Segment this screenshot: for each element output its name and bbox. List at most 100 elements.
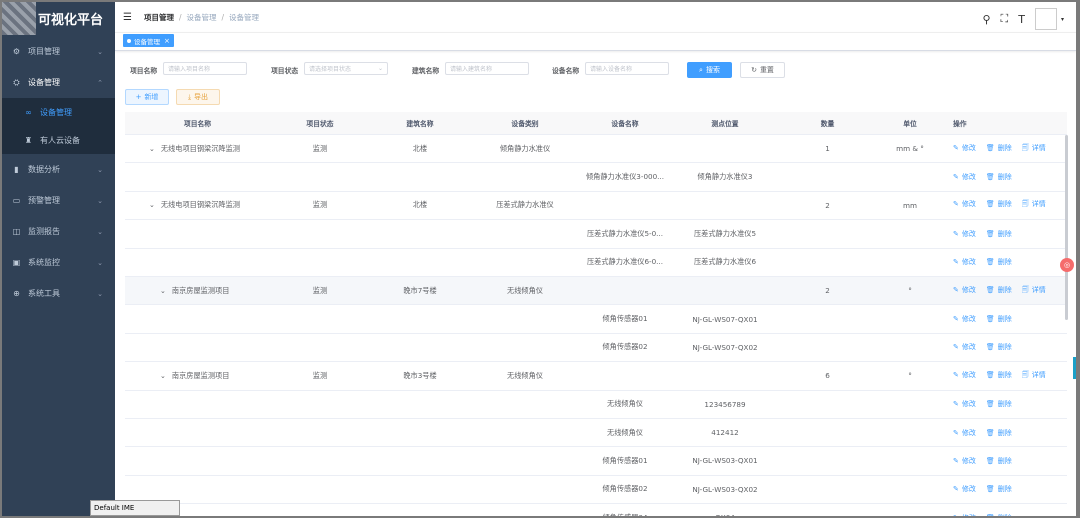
reset-button[interactable]: ↻ 重置 bbox=[740, 62, 785, 78]
detail-button[interactable]: 🗐 详情 bbox=[1022, 200, 1046, 208]
delete-button[interactable]: 🗑删除 bbox=[986, 258, 1012, 266]
cell-position: NJ-GL-WS03-QX01 bbox=[692, 456, 758, 466]
sidebar-item-2[interactable]: ▮ 数据分析 ⌄ bbox=[2, 154, 115, 185]
table-row[interactable]: 倾角传感器01 NJ-GL-WS07-QX01 ✎ 修改 🗑 删除 bbox=[125, 305, 1067, 334]
delete-button[interactable]: 🗑删除 bbox=[986, 429, 1012, 437]
project-name-input[interactable]: 请输入项目名称 bbox=[163, 62, 247, 75]
expand-chevron-icon[interactable]: ⌄ bbox=[149, 201, 155, 209]
sidebar-item-3[interactable]: ▭ 预警管理 ⌄ bbox=[2, 185, 115, 216]
table-row[interactable]: ⌄ 南京房屋监测项目 监测 晚市7号楼 无线倾角仪 2 ° ✎ 修改 🗑 删除 🗐 详情 bbox=[125, 276, 1067, 306]
delete-button[interactable]: 🗑删除 bbox=[986, 200, 1012, 208]
font-size-icon[interactable]: T bbox=[1018, 13, 1025, 26]
delete-button[interactable]: 🗑删除 bbox=[986, 485, 1012, 493]
edit-button[interactable]: ✎修改 bbox=[953, 230, 976, 238]
edit-button[interactable]: ✎修改 bbox=[953, 400, 976, 408]
edit-button[interactable]: ✎修改 bbox=[953, 457, 976, 465]
detail-button[interactable]: 🗐 详情 bbox=[1022, 286, 1046, 294]
submenu-item-1[interactable]: ♜ 有人云设备 bbox=[2, 126, 115, 154]
search-icon[interactable]: ⚲ bbox=[982, 13, 990, 26]
tab-device-management[interactable]: 设备管理 × bbox=[123, 34, 174, 47]
table-row[interactable]: 倾角静力水准仪3-000... 倾角静力水准仪3 ✎ 修改 🗑 删除 bbox=[125, 163, 1067, 192]
delete-button[interactable]: 🗑删除 bbox=[986, 457, 1012, 465]
expand-chevron-icon[interactable]: ⌄ bbox=[149, 145, 155, 153]
delete-button[interactable]: 🗑删除 bbox=[986, 371, 1012, 379]
breadcrumb-item-device[interactable]: 设备管理 bbox=[187, 12, 217, 23]
logo: 可视化平台 bbox=[2, 2, 115, 35]
expand-chevron-icon[interactable]: ⌄ bbox=[160, 372, 166, 380]
table-row[interactable]: 倾角传感器04QX04 ✎修改 🗑删除 bbox=[125, 504, 1067, 516]
chevron-icon: ⌄ bbox=[97, 258, 103, 267]
edit-button[interactable]: ✎修改 bbox=[953, 485, 976, 493]
device-name-input[interactable]: 请输入设备名称 bbox=[585, 62, 669, 75]
table-row[interactable]: 无线倾角仪 412412 ✎ 修改 🗑 删除 bbox=[125, 419, 1067, 448]
edit-button[interactable]: ✎修改 bbox=[953, 258, 976, 266]
chevron-icon: ⌄ bbox=[97, 165, 103, 174]
delete-button[interactable]: 🗑删除 bbox=[986, 286, 1012, 294]
edit-button[interactable]: ✎修改 bbox=[953, 429, 976, 437]
cell-operations: ✎ 修改 🗑 删除 🗐 详情 bbox=[945, 143, 1067, 155]
sidebar-item-5[interactable]: ▣ 系统监控 ⌄ bbox=[2, 247, 115, 278]
fullscreen-icon[interactable]: ⛶ bbox=[1001, 12, 1009, 26]
edit-label: 修改 bbox=[961, 370, 976, 379]
edit-button[interactable]: ✎修改 bbox=[953, 343, 976, 351]
table-row[interactable]: 倾角传感器02 NJ-GL-WS07-QX02 ✎ 修改 🗑 删除 bbox=[125, 334, 1067, 363]
sidebar-item-1[interactable]: ⛭ 设备管理 ⌃ bbox=[2, 67, 115, 98]
delete-label: 删除 bbox=[997, 428, 1012, 437]
edit-button[interactable]: ✎修改 bbox=[953, 173, 976, 181]
edit-button[interactable]: ✎修改 bbox=[953, 315, 976, 323]
cell-device-name: 无线倾角仪 bbox=[607, 427, 643, 437]
chart-icon: ▮ bbox=[14, 165, 19, 174]
edit-label: 修改 bbox=[962, 514, 976, 516]
sidebar-item-6[interactable]: ⊕ 系统工具 ⌄ bbox=[2, 278, 115, 309]
hamburger-icon[interactable]: ☰ bbox=[123, 12, 132, 23]
edit-button[interactable]: ✎修改 bbox=[953, 200, 976, 208]
sidebar-item-4[interactable]: ◫ 监测报告 ⌄ bbox=[2, 216, 115, 247]
avatar[interactable] bbox=[1034, 8, 1057, 30]
detail-button[interactable]: 🗐 详情 bbox=[1022, 144, 1046, 152]
delete-button[interactable]: 🗑删除 bbox=[986, 144, 1012, 152]
delete-icon: 🗑 bbox=[985, 143, 995, 152]
search-button-label: 搜索 bbox=[705, 66, 720, 74]
edit-icon: ✎ bbox=[953, 258, 959, 267]
edit-button[interactable]: ✎修改 bbox=[953, 144, 976, 152]
delete-button[interactable]: 🗑删除 bbox=[986, 173, 1012, 181]
delete-button[interactable]: 🗑删除 bbox=[986, 230, 1012, 238]
table-row[interactable]: 压差式静力水准仪5-0... 压差式静力水准仪5 ✎ 修改 🗑 删除 bbox=[125, 220, 1067, 249]
page-scrollbar[interactable] bbox=[1073, 357, 1076, 379]
app-title: 可视化平台 bbox=[38, 13, 104, 28]
edit-button[interactable]: ✎修改 bbox=[953, 286, 976, 294]
submenu-item-0[interactable]: ∞ 设备管理 bbox=[2, 98, 115, 126]
caret-down-icon[interactable]: ▾ bbox=[1061, 16, 1064, 23]
tab-label: 设备管理 bbox=[134, 37, 160, 46]
delete-icon: 🗑 bbox=[986, 514, 995, 516]
edit-button[interactable]: ✎修改 bbox=[953, 514, 976, 516]
export-button[interactable]: ⤓ 导出 bbox=[176, 89, 220, 105]
delete-button[interactable]: 🗑删除 bbox=[986, 343, 1012, 351]
add-button[interactable]: + 新增 bbox=[125, 89, 169, 105]
delete-button[interactable]: 🗑删除 bbox=[986, 514, 1012, 516]
table-row[interactable]: 倾角传感器02 NJ-GL-WS03-QX02 ✎ 修改 🗑 删除 bbox=[125, 476, 1067, 505]
detail-button[interactable]: 🗐 详情 bbox=[1022, 371, 1046, 379]
table-row[interactable]: ⌄ 无线电项目钢梁沉降监测 监测 北楼 压差式静力水准仪 2 mm ✎ 修改 🗑 删除 🗐 详情 bbox=[125, 192, 1067, 221]
table-row[interactable]: 倾角传感器01 NJ-GL-WS03-QX01 ✎ 修改 🗑 删除 bbox=[125, 447, 1067, 476]
table-row[interactable]: ⌄ 无线电项目钢梁沉降监测 监测 北楼 倾角静力水准仪 1 mm & ° ✎ 修改 🗑 删除 🗐 详情 bbox=[125, 135, 1067, 164]
search-button[interactable]: ⌕ 搜索 bbox=[687, 62, 732, 78]
expand-chevron-icon[interactable]: ⌄ bbox=[160, 287, 166, 295]
close-icon[interactable]: × bbox=[164, 37, 170, 45]
table-row[interactable]: 压差式静力水准仪6-0... 压差式静力水准仪6 ✎ 修改 🗑 删除 bbox=[125, 249, 1067, 277]
table-row[interactable]: 无线倾角仪 123456789 ✎ 修改 🗑 删除 bbox=[125, 391, 1067, 419]
building-input[interactable]: 请输入建筑名称 bbox=[445, 62, 529, 75]
cell-operations: ✎修改 🗑删除 bbox=[945, 399, 1067, 409]
edit-button[interactable]: ✎修改 bbox=[953, 371, 976, 379]
edit-label: 修改 bbox=[961, 173, 976, 182]
table-row[interactable]: ⌄ 南京房屋监测项目 监测 晚市3号楼 无线倾角仪 6 ° ✎ 修改 🗑 删除 🗐 详情 bbox=[125, 362, 1067, 391]
project-name: 无线电项目钢梁沉降监测 bbox=[160, 143, 240, 153]
select-placeholder: 请选择项目状态 bbox=[309, 66, 352, 73]
delete-button[interactable]: 🗑删除 bbox=[986, 400, 1012, 408]
floating-assistant-icon[interactable]: ◎ bbox=[1060, 258, 1074, 272]
delete-button[interactable]: 🗑删除 bbox=[986, 315, 1012, 323]
breadcrumb-item-project[interactable]: 项目管理 bbox=[144, 12, 174, 23]
sidebar-item-0[interactable]: ⚙ 项目管理 ⌄ bbox=[2, 36, 115, 67]
project-status-select[interactable]: 请选择项目状态 ⌄ bbox=[304, 62, 388, 75]
table-scrollbar[interactable] bbox=[1065, 135, 1068, 320]
